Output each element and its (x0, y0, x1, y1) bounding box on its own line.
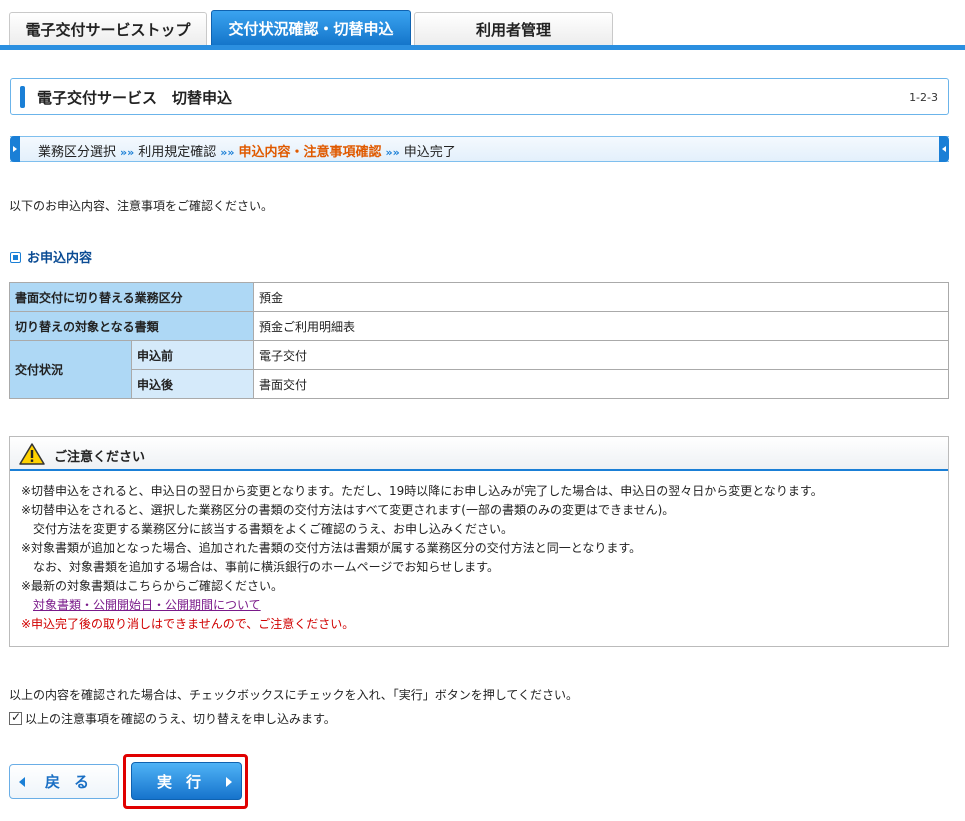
chevron-right-icon (10, 136, 20, 162)
execute-button[interactable]: 実行 (131, 762, 242, 800)
bullet-square-icon (10, 252, 21, 263)
step-separator-icon: »» (120, 146, 135, 159)
back-button[interactable]: 戻る (9, 764, 119, 799)
tab-user-management[interactable]: 利用者管理 (414, 12, 613, 46)
chevron-left-icon (939, 136, 949, 162)
section-title: お申込内容 (27, 251, 93, 266)
row-label-target-document: 切り替えの対象となる書類 (9, 311, 254, 341)
row-label-business-category: 書面交付に切り替える業務区分 (9, 282, 254, 312)
agree-checkbox-row[interactable]: 以上の注意事項を確認のうえ、切り替えを申し込みます。 (9, 710, 336, 727)
warning-icon (19, 443, 45, 465)
confirm-instructions: 以上の内容を確認された場合は、チェックボックスにチェックを入れ、「実行」ボタンを… (9, 688, 579, 702)
row-label-delivery-status: 交付状況 (9, 340, 132, 399)
execute-button-label: 実行 (157, 772, 216, 791)
title-accent-bar (20, 86, 25, 108)
page-title-box: 電子交付サービス 切替申込 1-2-3 (10, 78, 949, 115)
notice-box: ご注意ください ※切替申込をされると、申込日の翌日から変更となります。ただし、1… (9, 436, 949, 647)
row-value-before: 電子交付 (253, 340, 949, 370)
agree-checkbox[interactable] (9, 710, 22, 725)
table-row: 切り替えの対象となる書類 預金ご利用明細表 (9, 311, 949, 341)
row-label-before: 申込前 (131, 340, 254, 370)
top-tab-bar: 電子交付サービストップ 交付状況確認・切替申込 利用者管理 (0, 0, 965, 50)
notice-line: ※切替申込をされると、選択した業務区分の書類の交付方法はすべて変更されます(一部… (21, 503, 675, 517)
section-heading: お申込内容 (10, 247, 92, 266)
row-value-target-document: 預金ご利用明細表 (253, 311, 949, 341)
step-content-confirm: 申込内容・注意事項確認 (238, 145, 382, 160)
row-value-after: 書面交付 (253, 369, 949, 399)
agree-checkbox-label[interactable]: 以上の注意事項を確認のうえ、切り替えを申し込みます。 (25, 710, 336, 727)
step-complete: 申込完了 (403, 145, 456, 160)
row-label-after: 申込後 (131, 369, 254, 399)
application-details-table: 書面交付に切り替える業務区分 預金 切り替えの対象となる書類 預金ご利用明細表 … (9, 282, 949, 399)
notice-line: なお、対象書類を追加する場合は、事前に横浜銀行のホームページでお知らせします。 (33, 560, 499, 574)
tab-status-switch[interactable]: 交付状況確認・切替申込 (211, 10, 411, 46)
back-button-label: 戻る (45, 773, 104, 791)
intro-text: 以下のお申込内容、注意事項をご確認ください。 (9, 199, 274, 213)
step-terms-confirm: 利用規定確認 (138, 145, 217, 160)
target-documents-link[interactable]: 対象書類・公開開始日・公開期間について (21, 598, 261, 612)
tab-bar-underline (0, 45, 965, 50)
triangle-left-icon (19, 776, 25, 787)
page-title: 電子交付サービス 切替申込 (37, 89, 233, 107)
row-value-business-category: 預金 (253, 282, 949, 312)
table-row: 申込後 書面交付 (10, 369, 949, 399)
triangle-right-icon (226, 777, 232, 787)
step-separator-icon: »» (220, 146, 235, 159)
screen-code: 1-2-3 (909, 91, 938, 104)
notice-title: ご注意ください (54, 450, 146, 465)
table-row: 書面交付に切り替える業務区分 預金 (9, 282, 949, 312)
notice-warning-line: ※申込完了後の取り消しはできませんので、ご注意ください。 (21, 617, 355, 631)
notice-body: ※切替申込をされると、申込日の翌日から変更となります。ただし、19時以降にお申し… (10, 471, 948, 634)
notice-line: ※最新の対象書類はこちらからご確認ください。 (21, 579, 284, 593)
tab-e-delivery-top[interactable]: 電子交付サービストップ (9, 12, 207, 46)
step-separator-icon: »» (385, 146, 400, 159)
notice-line: ※切替申込をされると、申込日の翌日から変更となります。ただし、19時以降にお申し… (21, 484, 823, 498)
table-row: 交付状況 申込前 電子交付 (9, 340, 949, 399)
notice-header: ご注意ください (10, 437, 948, 471)
notice-line: 交付方法を変更する業務区分に該当する書類をよくご確認のうえ、お申し込みください。 (33, 522, 514, 536)
step-breadcrumb: 業務区分選択»» 利用規定確認»» 申込内容・注意事項確認»» 申込完了 (10, 136, 949, 162)
step-business-select: 業務区分選択 (38, 145, 117, 160)
notice-line: ※対象書類が追加となった場合、追加された書類の交付方法は書類が属する業務区分の交… (21, 541, 642, 555)
